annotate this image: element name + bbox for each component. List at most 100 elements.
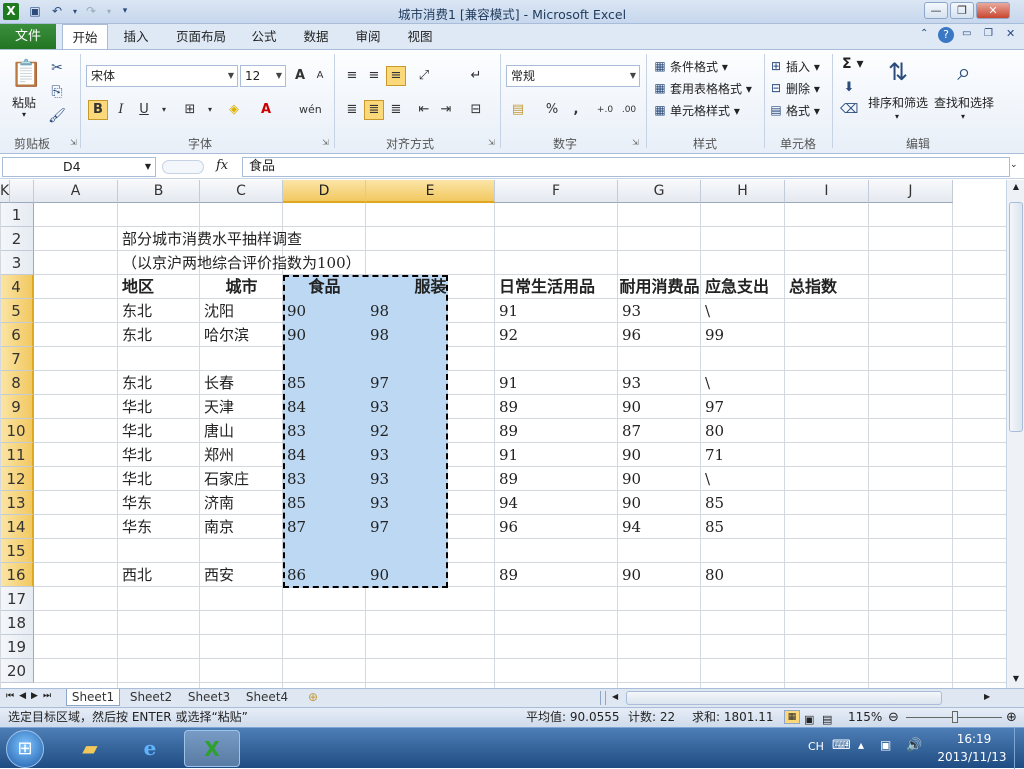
column-header-i[interactable]: I: [785, 180, 869, 203]
column-header-j[interactable]: J: [869, 180, 953, 203]
data-cell[interactable]: 92: [495, 323, 618, 347]
decrease-decimal-button[interactable]: .00: [618, 100, 640, 120]
data-cell[interactable]: 长春: [200, 371, 283, 395]
column-header-e[interactable]: E: [366, 180, 495, 203]
tab-page-layout[interactable]: 页面布局: [168, 24, 234, 49]
cell-styles-button[interactable]: 单元格样式 ▾: [670, 102, 740, 119]
format-as-table-button[interactable]: 套用表格格式 ▾: [670, 80, 752, 97]
column-header-f[interactable]: F: [495, 180, 618, 203]
data-cell[interactable]: 华北: [118, 443, 200, 467]
formula-input[interactable]: 食品: [242, 157, 1010, 177]
explorer-taskbar-icon[interactable]: ▰: [62, 730, 118, 767]
decrease-indent-icon[interactable]: ⇤: [414, 100, 434, 120]
data-cell[interactable]: 97: [701, 395, 785, 419]
find-dropdown-icon[interactable]: ▾: [961, 112, 965, 121]
shrink-font-button[interactable]: A: [310, 66, 330, 86]
row-header-6[interactable]: 6: [0, 323, 34, 347]
data-cell[interactable]: 90: [618, 467, 701, 491]
merge-center-icon[interactable]: ⊟: [466, 100, 486, 120]
font-launcher-icon[interactable]: ⇲: [322, 138, 329, 147]
column-header-a[interactable]: A: [34, 180, 118, 203]
sheet-tab-4[interactable]: Sheet4: [240, 689, 294, 706]
row-header-17[interactable]: 17: [0, 587, 34, 611]
increase-indent-icon[interactable]: ⇥: [436, 100, 456, 120]
row-header-2[interactable]: 2: [0, 227, 34, 251]
data-cell[interactable]: 89: [495, 419, 618, 443]
data-cell[interactable]: 98: [366, 323, 495, 347]
row-header-15[interactable]: 15: [0, 539, 34, 563]
font-name-combo[interactable]: 宋体 ▼: [86, 65, 238, 87]
header-cell[interactable]: 应急支出: [701, 275, 785, 299]
data-cell[interactable]: 93: [618, 299, 701, 323]
row-header-5[interactable]: 5: [0, 299, 34, 323]
clock-time[interactable]: 16:19: [944, 732, 1004, 746]
input-language[interactable]: CH: [808, 740, 824, 753]
ie-taskbar-icon[interactable]: e: [122, 730, 178, 767]
help-icon[interactable]: ?: [938, 27, 954, 43]
grow-font-button[interactable]: A: [290, 66, 310, 86]
fill-color-icon[interactable]: ◈: [224, 100, 244, 120]
hscroll-right-icon[interactable]: ▶: [984, 692, 990, 701]
comma-button[interactable]: ,: [566, 100, 586, 120]
keyboard-icon[interactable]: ⌨: [832, 738, 851, 753]
header-cell[interactable]: 城市: [200, 275, 283, 299]
data-cell[interactable]: 98: [366, 299, 495, 323]
data-cell[interactable]: 93: [366, 467, 495, 491]
row-header-1[interactable]: 1: [0, 203, 34, 227]
paste-icon[interactable]: 📋: [10, 56, 42, 92]
column-header-d[interactable]: D: [283, 180, 366, 203]
row-header-13[interactable]: 13: [0, 491, 34, 515]
data-cell[interactable]: 93: [366, 395, 495, 419]
data-cell[interactable]: 90: [618, 563, 701, 587]
row-header-4[interactable]: 4: [0, 275, 34, 299]
data-cell[interactable]: 83: [283, 467, 366, 491]
data-cell[interactable]: 华东: [118, 515, 200, 539]
hscroll-thumb[interactable]: [626, 691, 942, 705]
close-button[interactable]: ✕: [976, 2, 1010, 19]
data-cell[interactable]: 96: [618, 323, 701, 347]
show-desktop-button[interactable]: [1014, 728, 1024, 769]
data-cell[interactable]: 沈阳: [200, 299, 283, 323]
underline-button[interactable]: U: [134, 100, 154, 120]
data-cell[interactable]: 93: [618, 371, 701, 395]
column-header-g[interactable]: G: [618, 180, 701, 203]
font-color-icon[interactable]: A: [256, 100, 276, 120]
increase-decimal-button[interactable]: +.0: [594, 100, 616, 120]
data-cell[interactable]: 90: [283, 323, 366, 347]
tab-split-handle[interactable]: [600, 691, 606, 705]
data-cell[interactable]: 东北: [118, 371, 200, 395]
zoom-slider-thumb[interactable]: [952, 711, 958, 723]
insert-function-button[interactable]: fx: [216, 158, 228, 173]
data-cell[interactable]: 90: [283, 299, 366, 323]
percent-button[interactable]: %: [542, 100, 562, 120]
data-cell[interactable]: 94: [618, 515, 701, 539]
expand-formula-icon[interactable]: ⌄: [1010, 160, 1018, 170]
data-cell[interactable]: 91: [495, 443, 618, 467]
data-cell[interactable]: 94: [495, 491, 618, 515]
data-cell[interactable]: 华北: [118, 395, 200, 419]
align-top-icon[interactable]: ≡: [342, 66, 362, 86]
data-cell[interactable]: 华东: [118, 491, 200, 515]
data-cell[interactable]: 华北: [118, 419, 200, 443]
scroll-down-icon[interactable]: ▼: [1009, 674, 1023, 688]
sheet-tab-3[interactable]: Sheet3: [182, 689, 236, 706]
border-icon[interactable]: ⊞: [180, 100, 200, 120]
header-cell[interactable]: 服装: [366, 275, 495, 299]
insert-sheet-icon[interactable]: ⊕: [300, 689, 326, 706]
align-right-icon[interactable]: ≣: [386, 100, 406, 120]
maximize-button[interactable]: ❐: [950, 2, 974, 19]
header-cell[interactable]: 地区: [118, 275, 200, 299]
tab-review[interactable]: 审阅: [348, 24, 388, 49]
data-cell[interactable]: \: [701, 299, 785, 323]
number-format-combo[interactable]: 常规 ▼: [506, 65, 640, 87]
align-bottom-icon[interactable]: ≡: [386, 66, 406, 86]
data-cell[interactable]: 西北: [118, 563, 200, 587]
data-cell[interactable]: 87: [283, 515, 366, 539]
align-left-icon[interactable]: ≣: [342, 100, 362, 120]
tab-data[interactable]: 数据: [296, 24, 336, 49]
data-cell[interactable]: 83: [283, 419, 366, 443]
align-middle-icon[interactable]: ≡: [364, 66, 384, 86]
data-cell[interactable]: 华北: [118, 467, 200, 491]
data-cell[interactable]: 西安: [200, 563, 283, 587]
data-cell[interactable]: 96: [495, 515, 618, 539]
